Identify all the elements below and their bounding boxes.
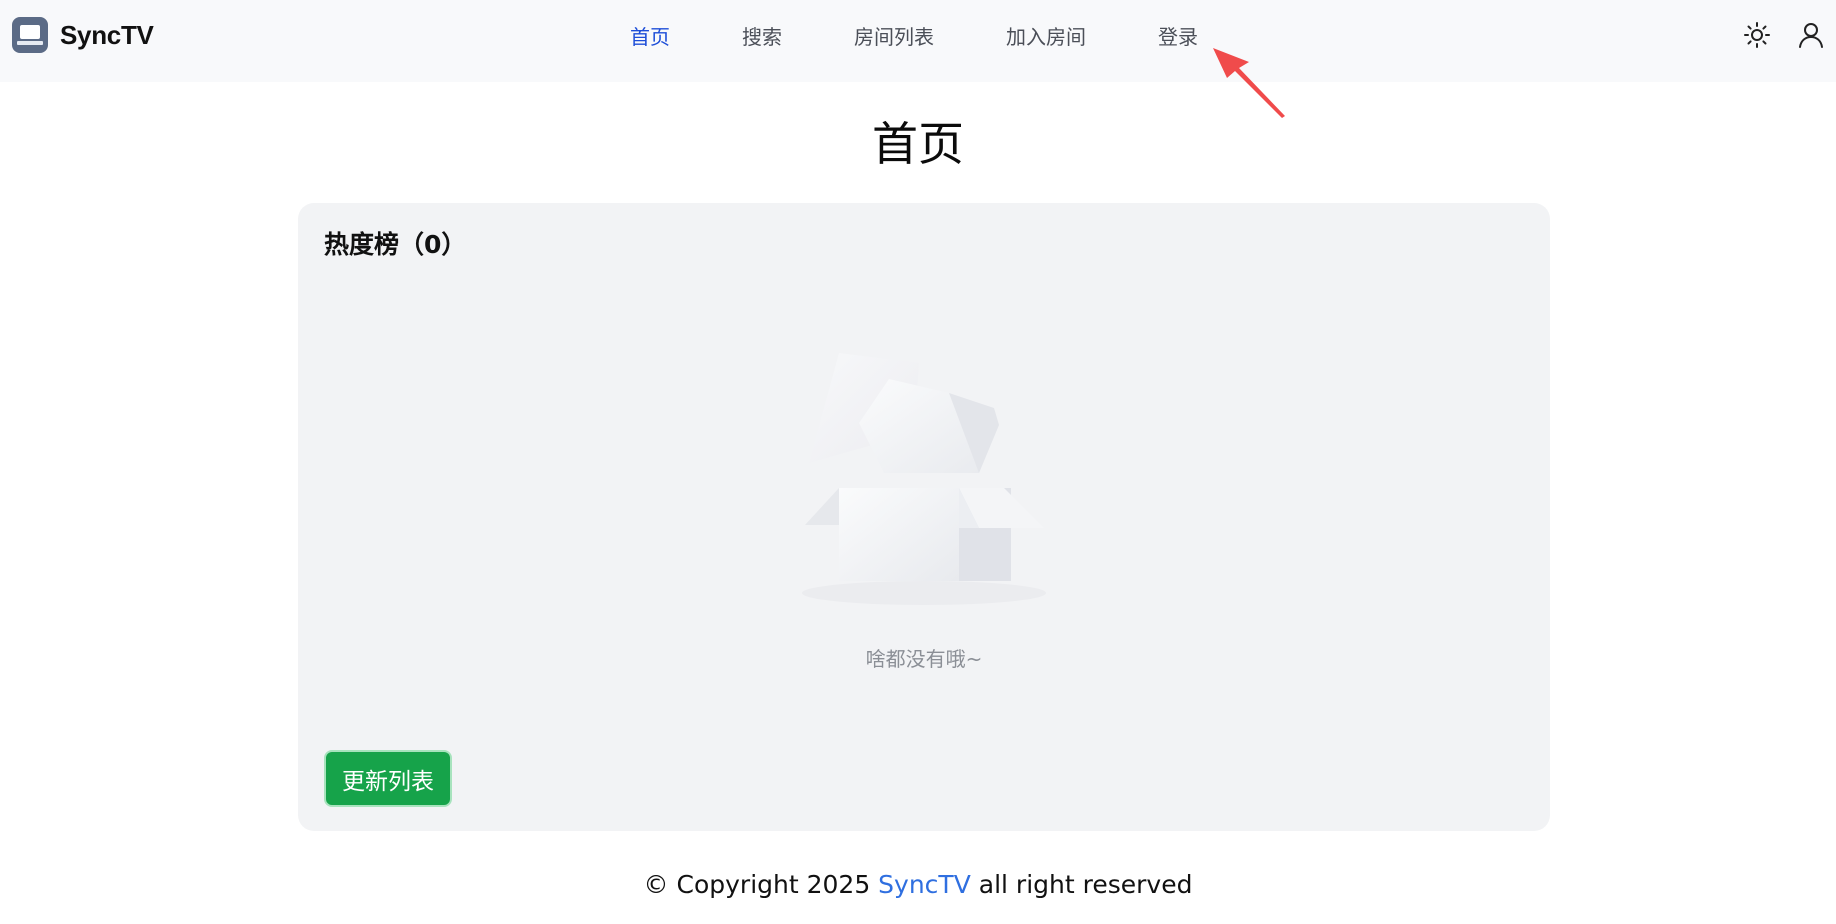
card-title: 热度榜（0）: [324, 230, 467, 259]
user-menu-button[interactable]: [1796, 20, 1826, 50]
footer-synctv-link[interactable]: SyncTV: [878, 870, 971, 899]
page-title: 首页: [872, 117, 964, 171]
theme-toggle-button[interactable]: [1742, 20, 1772, 50]
header-actions: [1742, 20, 1826, 50]
refresh-list-button[interactable]: 更新列表: [324, 750, 452, 807]
nav-item-home[interactable]: 首页: [630, 21, 670, 50]
empty-state: 啥都没有哦~: [298, 353, 1550, 672]
nav-item-search[interactable]: 搜索: [742, 21, 782, 50]
nav-item-join-room[interactable]: 加入房间: [1006, 21, 1086, 50]
footer-copyright-suffix: all right reserved: [970, 870, 1193, 899]
empty-box-icon: [802, 353, 1046, 605]
sun-icon: [1744, 22, 1770, 48]
top-navbar: SyncTV 首页 搜索 房间列表 加入房间 登录: [0, 0, 1836, 82]
hot-list-card: 热度榜（0） 啥都没有哦~ 更新列表: [298, 203, 1550, 831]
footer-copyright-prefix: © Copyright 2025: [643, 870, 879, 899]
nav-item-room-list[interactable]: 房间列表: [854, 21, 934, 50]
footer: © Copyright 2025 SyncTV all right reserv…: [0, 870, 1836, 899]
main-nav: 首页 搜索 房间列表 加入房间 登录: [0, 0, 1836, 70]
nav-item-login[interactable]: 登录: [1158, 21, 1198, 50]
empty-state-text: 啥都没有哦~: [865, 647, 983, 671]
user-icon: [1799, 23, 1823, 48]
